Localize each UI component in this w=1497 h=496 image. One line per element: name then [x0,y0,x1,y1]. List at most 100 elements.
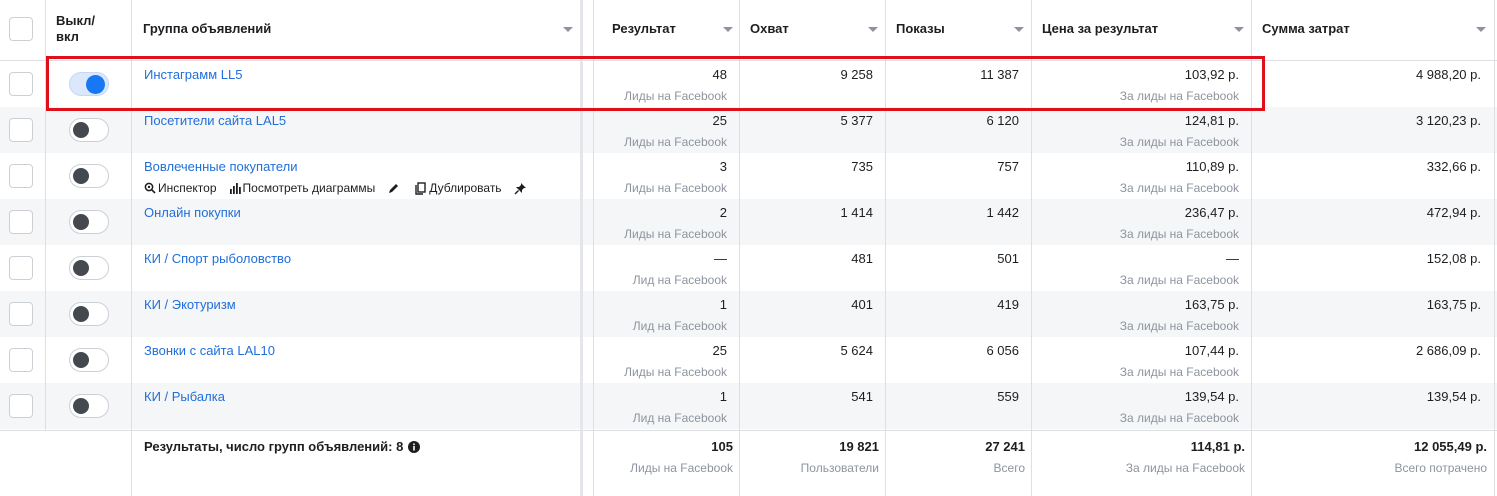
impressions-value: 757 [997,159,1019,174]
view-charts-action[interactable]: Посмотреть диаграммы [229,181,375,195]
row-checkbox[interactable] [9,164,33,188]
result-type: Лид на Facebook [632,411,727,425]
toggle-knob [73,260,89,276]
ad-set-name-link[interactable]: Посетители сайта LAL5 [144,113,286,128]
inspector-icon [144,182,156,194]
row-checkbox[interactable] [9,302,33,326]
ad-set-toggle[interactable] [69,348,109,372]
reach-value: 9 258 [840,67,873,82]
sort-caret-icon[interactable] [723,27,733,32]
info-icon[interactable] [408,440,421,453]
toggle-knob [73,214,89,230]
table-row[interactable]: КИ / Рыбалка 1 Лид на Facebook 541 559 139,54… [0,383,1497,429]
ad-set-name-link[interactable]: КИ / Рыбалка [144,389,225,404]
column-header-spend[interactable]: Сумма затрат [1262,0,1490,60]
reach-value: 735 [851,159,873,174]
sort-caret-icon[interactable] [1476,27,1486,32]
totals-impressions-sub: Всего [993,461,1025,475]
totals-cost-per-result-sub: За лиды на Facebook [1125,461,1245,475]
ad-set-name-link[interactable]: КИ / Спорт рыболовство [144,251,291,266]
table-row[interactable]: КИ / Спорт рыболовство — Лид на Facebook 48… [0,245,1497,291]
inspector-action[interactable]: Инспектор [144,181,217,195]
column-header-reach[interactable]: Охват [750,0,882,60]
ad-set-toggle[interactable] [69,210,109,234]
cost-per-result-type: За лиды на Facebook [1119,135,1239,149]
cost-per-result-value: 107,44 р. [1184,343,1239,358]
column-header-impressions[interactable]: Показы [896,0,1028,60]
ad-set-name-link[interactable]: Онлайн покупки [144,205,241,220]
cost-per-result-value: 110,89 р. [1185,159,1239,174]
cost-per-result-type: За лиды на Facebook [1119,181,1239,195]
result-type: Лиды на Facebook [624,135,727,149]
spend-value: 152,08 р. [1426,251,1481,266]
impressions-value: 11 387 [980,67,1019,82]
row-checkbox[interactable] [9,348,33,372]
duplicate-label: Дублировать [429,181,502,195]
select-all-checkbox[interactable] [9,17,33,41]
impressions-value: 6 120 [986,113,1019,128]
impressions-value: 6 056 [986,343,1019,358]
result-value: 25 [712,343,727,358]
reach-value: 401 [851,297,873,312]
reach-value: 1 414 [840,205,873,220]
table-row[interactable]: Звонки с сайта LAL10 25 Лиды на Facebook 5 … [0,337,1497,383]
result-value: 25 [712,113,727,128]
column-divider[interactable] [580,0,583,496]
sort-caret-icon[interactable] [563,27,573,32]
reach-value: 5 624 [840,343,873,358]
row-checkbox[interactable] [9,256,33,280]
result-value: — [714,251,727,266]
ad-set-toggle[interactable] [69,118,109,142]
result-type: Лиды на Facebook [624,227,727,241]
column-divider [885,0,886,496]
column-header-toggle-label: Выкл/ вкл [56,13,96,44]
cost-per-result-value: 103,92 р. [1184,67,1239,82]
column-header-reach-label: Охват [750,21,789,36]
table-row[interactable]: Вовлеченные покупатели Инспектор Посмотрет… [0,153,1497,199]
ad-set-toggle[interactable] [69,164,109,188]
result-value: 1 [719,389,727,404]
column-header-name-label: Группа объявлений [143,21,272,36]
result-type: Лиды на Facebook [624,365,727,379]
row-checkbox[interactable] [9,118,33,142]
ad-set-toggle[interactable] [69,256,109,280]
row-checkbox[interactable] [9,210,33,234]
cost-per-result-type: За лиды на Facebook [1119,411,1239,425]
edit-action[interactable] [387,182,402,195]
column-header-cost-per-result[interactable]: Цена за результат [1042,0,1248,60]
ad-set-name-link[interactable]: Инстаграмм LL5 [144,67,242,82]
result-value: 1 [719,297,727,312]
table-row[interactable]: Посетители сайта LAL5 25 Лиды на Facebook 5… [0,107,1497,153]
table-header: Выкл/ вкл Группа объявлений Результат Ох… [0,0,1497,61]
column-divider [131,0,132,496]
table-row[interactable]: КИ / Экотуризм 1 Лид на Facebook 401 419 163,… [0,291,1497,337]
column-header-result[interactable]: Результат [612,0,737,60]
ad-set-name-link[interactable]: Вовлеченные покупатели [144,159,297,174]
column-header-result-label: Результат [612,21,676,36]
cost-per-result-value: 139,54 р. [1184,389,1239,404]
row-checkbox[interactable] [9,72,33,96]
duplicate-icon [415,181,426,195]
table-row[interactable]: Инстаграмм LL5 48 Лиды на Facebook 9 258 11 … [0,61,1497,107]
sort-caret-icon[interactable] [1234,27,1244,32]
sort-caret-icon[interactable] [1014,27,1024,32]
spend-value: 4 988,20 р. [1415,67,1481,82]
toggle-knob [73,122,89,138]
column-divider [739,0,740,496]
ad-set-name-link[interactable]: КИ / Экотуризм [144,297,236,312]
pin-action[interactable] [514,182,529,195]
cost-per-result-value: — [1226,251,1239,266]
ad-set-toggle[interactable] [69,394,109,418]
column-header-name[interactable]: Группа объявлений [143,0,583,60]
cost-per-result-value: 236,47 р. [1184,205,1239,220]
ad-set-toggle[interactable] [69,72,109,96]
duplicate-action[interactable]: Дублировать [414,181,502,195]
ad-set-name-link[interactable]: Звонки с сайта LAL10 [144,343,275,358]
row-checkbox[interactable] [9,394,33,418]
table-row[interactable]: Онлайн покупки 2 Лиды на Facebook 1 414 1 44… [0,199,1497,245]
spend-value: 332,66 р. [1426,159,1481,174]
sort-caret-icon[interactable] [868,27,878,32]
column-header-spend-label: Сумма затрат [1262,21,1350,36]
ad-set-toggle[interactable] [69,302,109,326]
result-type: Лид на Facebook [632,319,727,333]
